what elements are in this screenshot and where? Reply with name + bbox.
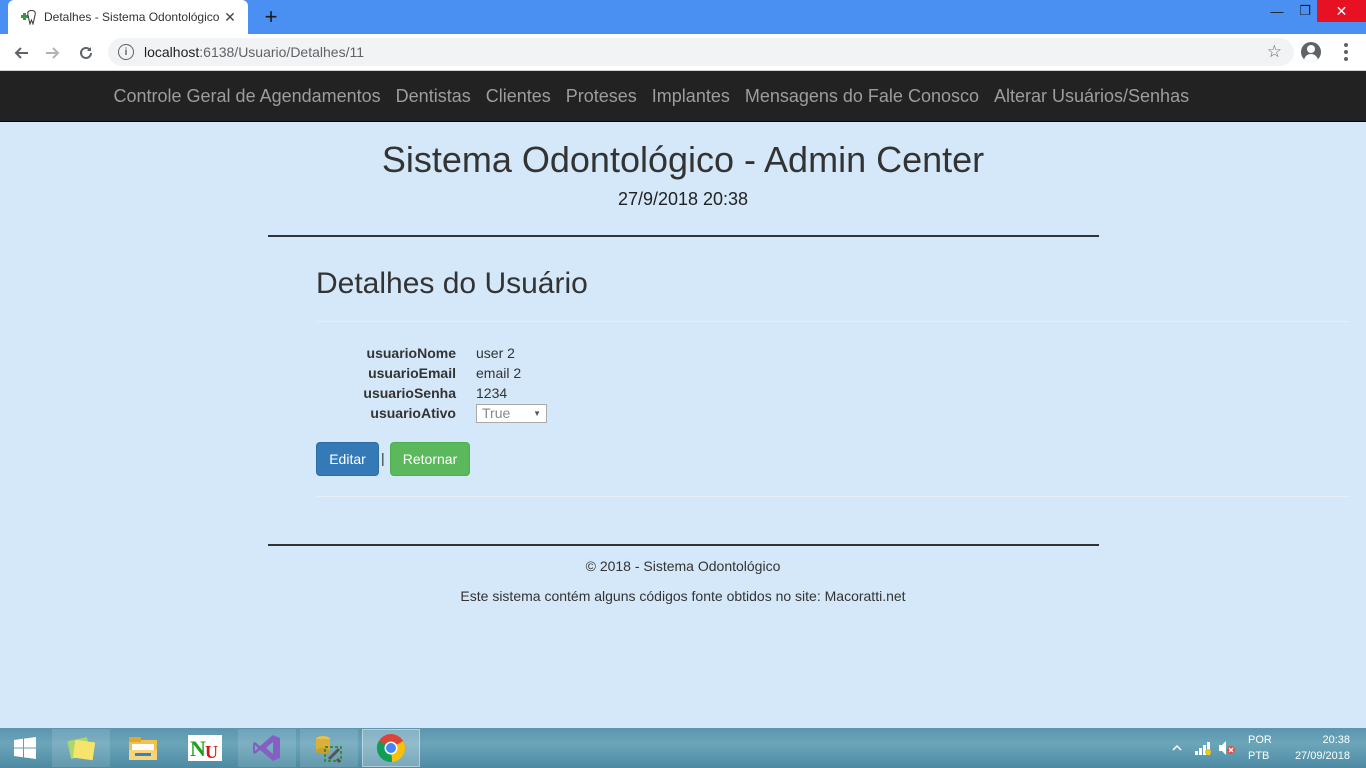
edit-button[interactable]: Editar [316,442,379,476]
browser-tab[interactable]: Detalhes - Sistema Odontológico ✕ [8,0,248,34]
url-text[interactable]: localhost:6138/Usuario/Detalhes/11 [144,44,364,60]
detail-row-email: usuarioEmail email 2 [316,363,716,383]
forward-arrow-icon[interactable] [40,40,66,66]
nav-item-implantes[interactable]: Implantes [644,86,737,107]
windows-start-icon[interactable] [0,728,50,768]
detail-label: usuarioAtivo [370,405,456,421]
volume-muted-icon[interactable] [1218,728,1236,768]
site-datetime: 27/9/2018 20:38 [617,189,749,209]
keyboard-layout: PTB [1248,750,1270,762]
ativo-select[interactable]: True ▼ [476,403,547,423]
new-tab-button[interactable]: + [258,4,284,30]
nav-item-dentistas[interactable]: Dentistas [388,86,478,107]
site-title: Sistema Odontológico - Admin Center [381,139,985,180]
chrome-icon[interactable] [362,729,420,767]
language-code: POR [1248,734,1272,746]
file-explorer-icon[interactable] [114,729,172,767]
site-info-icon[interactable]: i [118,44,134,60]
reload-icon[interactable] [73,40,99,66]
detail-value: user 2 [476,345,515,361]
detail-value: 1234 [476,385,508,401]
visual-studio-icon[interactable] [238,729,296,767]
sticky-notes-icon[interactable] [52,729,110,767]
page-title: Detalhes do Usuário [316,267,588,300]
detail-row-ativo: usuarioAtivo True ▼ [316,403,716,423]
browser-tabstrip: Detalhes - Sistema Odontológico ✕ + — ❐ … [0,0,1366,34]
url-path: :6138/Usuario/Detalhes/11 [199,44,364,60]
detail-label: usuarioSenha [363,385,456,401]
tooth-favicon-icon [20,9,36,26]
detail-value-wrap: True ▼ [476,403,716,423]
bookmark-star-icon[interactable]: ☆ [1267,43,1282,61]
detail-label: usuarioNome [366,345,456,361]
footer-copyright: © 2018 - Sistema Odontológico [585,558,781,574]
tray-overflow-icon[interactable] [1172,728,1182,768]
sql-tools-icon[interactable] [300,729,358,767]
detail-row-senha: usuarioSenha 1234 [316,383,716,403]
header-divider [268,235,1099,237]
footer-note: Este sistema contém alguns códigos fonte… [460,588,906,604]
detail-label: usuarioEmail [368,365,456,381]
back-arrow-icon[interactable] [8,40,34,66]
profile-avatar-icon[interactable] [1301,42,1321,62]
tab-close-icon[interactable]: ✕ [222,9,238,26]
footer-divider [268,544,1099,546]
content-divider [316,496,1350,497]
system-clock[interactable]: 20:38 27/09/2018 [1286,728,1350,768]
windows-taskbar: N U POR PTB 20:38 27/09/2018 [0,728,1366,768]
nunit-icon[interactable]: N U [176,729,234,767]
url-host: localhost [144,44,200,60]
network-icon[interactable] [1194,728,1212,768]
language-indicator[interactable]: POR PTB [1248,728,1272,768]
nav-item-usuarios[interactable]: Alterar Usuários/Senhas [986,86,1196,107]
ativo-select-value: True [482,405,511,421]
detail-row-nome: usuarioNome user 2 [316,343,716,363]
return-button[interactable]: Retornar [390,442,470,476]
nav-links: Controle Geral de Agendamentos Dentistas… [106,71,1197,121]
nav-item-proteses[interactable]: Proteses [558,86,644,107]
svg-text:N: N [190,736,206,761]
nav-item-clientes[interactable]: Clientes [478,86,558,107]
address-bar[interactable]: i localhost:6138/Usuario/Detalhes/11 ☆ [108,38,1294,66]
heading-divider [316,321,1350,322]
chevron-down-icon: ▼ [533,408,541,418]
detail-value: email 2 [476,365,522,381]
tab-title: Detalhes - Sistema Odontológico [44,10,220,24]
site-navbar: Controle Geral de Agendamentos Dentistas… [0,71,1366,122]
svg-text:U: U [205,742,218,761]
user-details-list: usuarioNome user 2 usuarioEmail email 2 … [316,343,716,423]
nav-item-mensagens[interactable]: Mensagens do Fale Conosco [737,86,986,107]
nav-item-agendamentos[interactable]: Controle Geral de Agendamentos [106,86,388,107]
close-window-button[interactable]: ✕ [1317,0,1366,22]
button-separator: | [381,450,385,466]
clock-time: 20:38 [1322,734,1350,746]
clock-date: 27/09/2018 [1294,750,1350,762]
browser-menu-icon[interactable] [1336,42,1356,62]
browser-toolbar: i localhost:6138/Usuario/Detalhes/11 ☆ [0,34,1366,71]
